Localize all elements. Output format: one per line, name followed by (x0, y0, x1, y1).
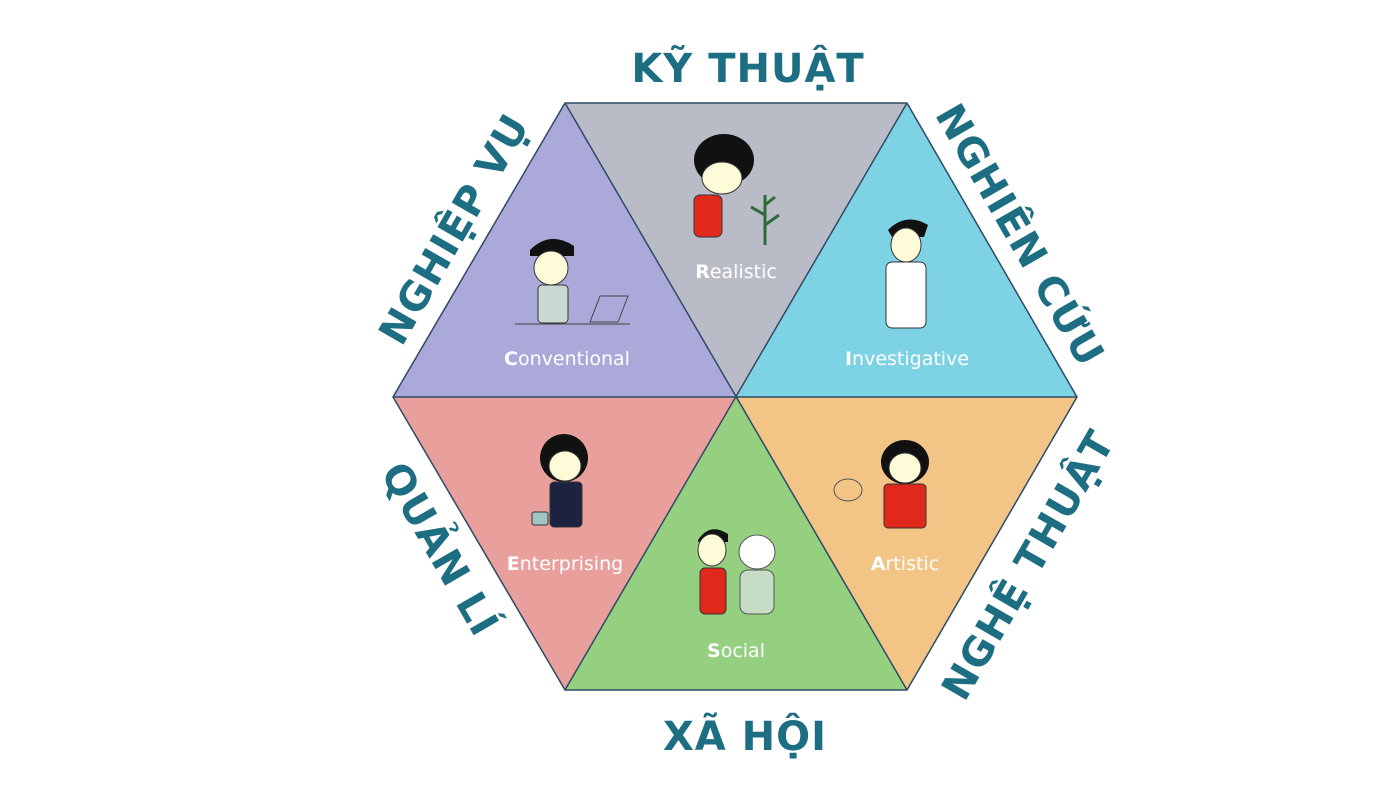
riasec-hexagon-diagram: Realistic Investigative Artistic Social … (369, 44, 1125, 760)
realistic-label: Realistic (695, 261, 777, 283)
category-top: KỸ THUẬT (631, 44, 864, 92)
enterprising-label: Enterprising (507, 553, 623, 575)
social-label: Social (707, 640, 765, 662)
investigative-label: Investigative (845, 348, 969, 370)
artistic-label: Artistic (871, 553, 939, 575)
category-bottom: XÃ HỘI (663, 711, 827, 760)
conventional-label: Conventional (504, 348, 630, 370)
doctor-icon (885, 219, 928, 329)
